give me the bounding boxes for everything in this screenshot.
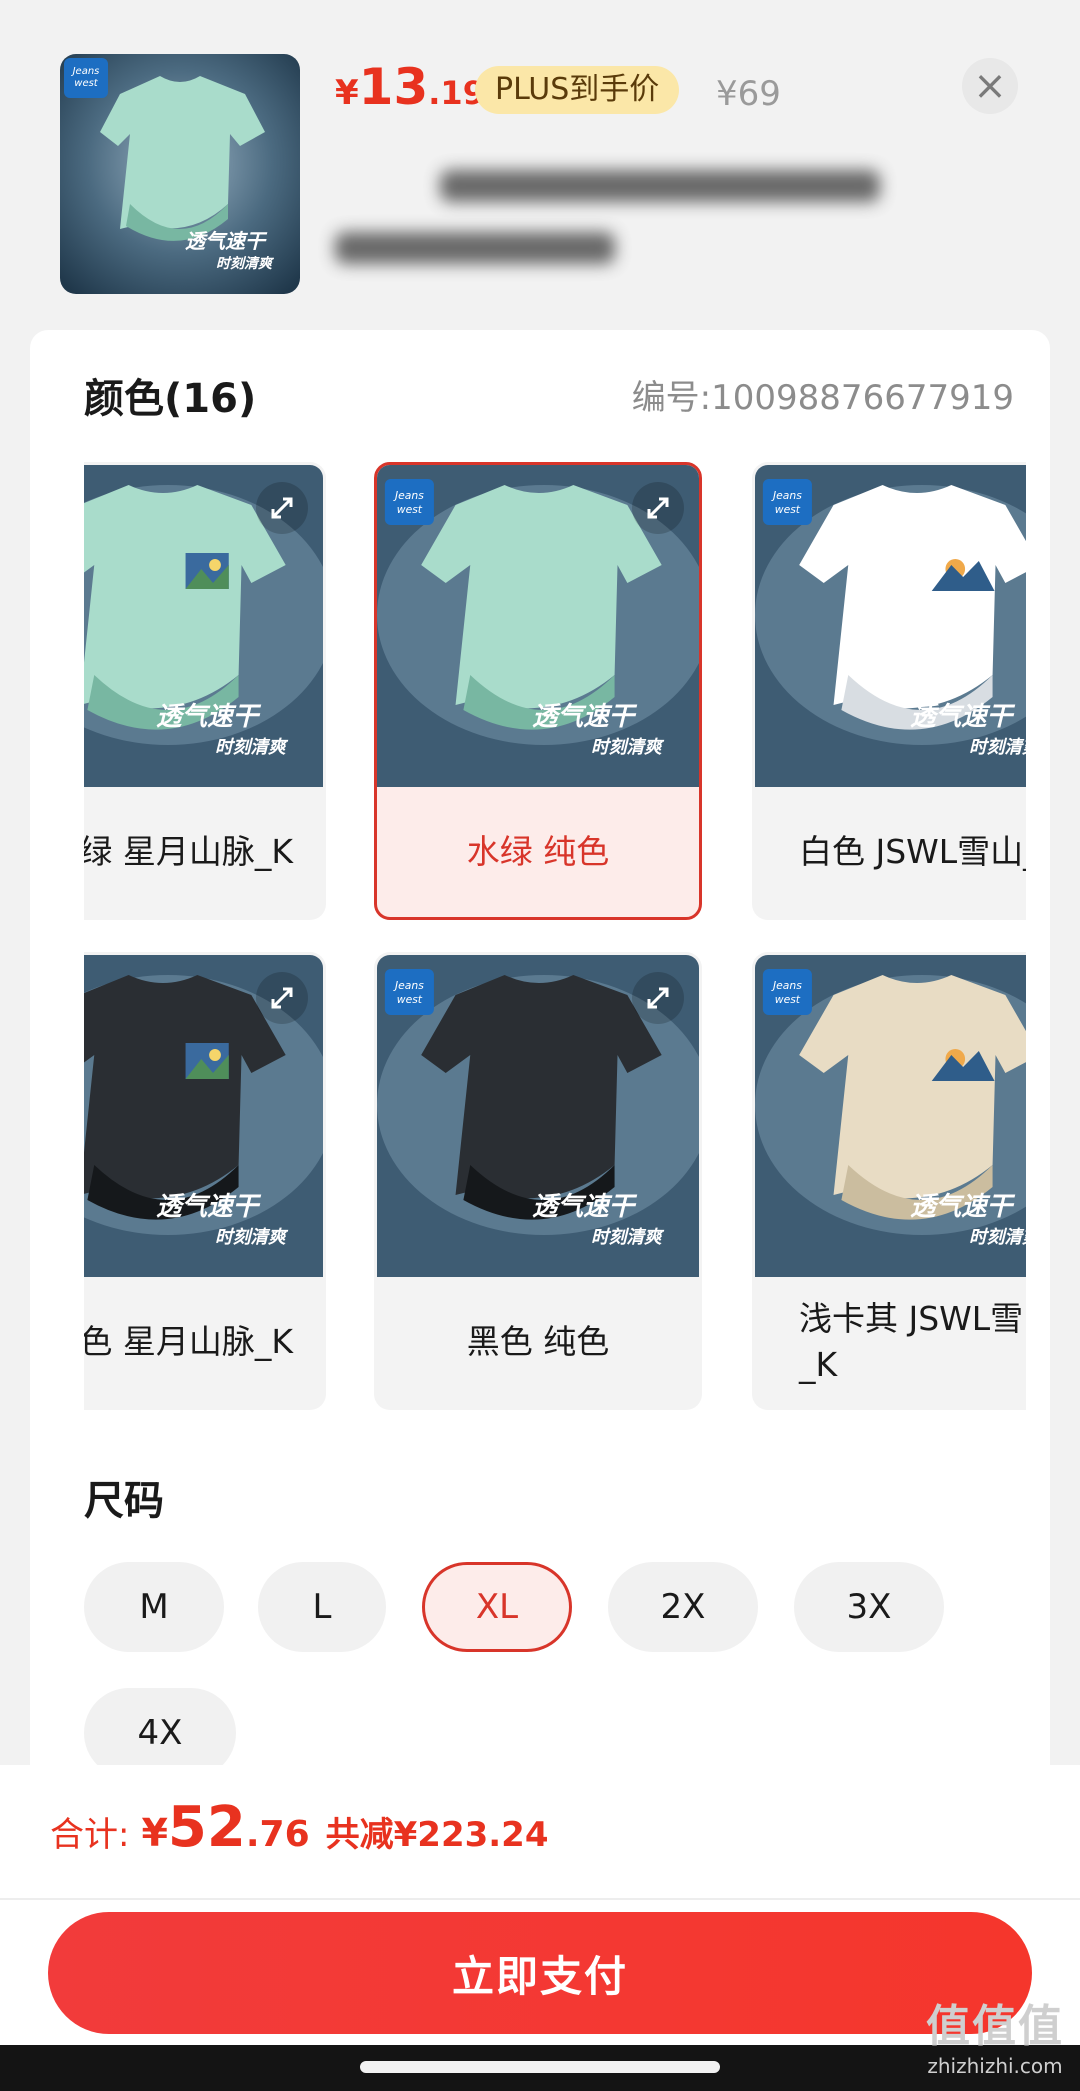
price-symbol: ¥ [335,73,359,113]
watermark-logo: 值值值 [926,2001,1064,2052]
brand-logo-text-2: west [397,993,423,1006]
expand-icon[interactable] [631,481,685,535]
color-section-title: 颜色(16) [84,376,257,422]
order-total: 合计: ¥ 52 .76 共减¥223.24 [50,1795,549,1860]
expand-icon[interactable] [255,481,309,535]
brand-logo-text-1: Jeans [771,979,802,992]
slogan-main: 透气速干 [910,702,1015,732]
brand-logo-text-2: west [397,503,423,516]
color-swatch[interactable]: 透气速干 时刻清爽 水绿 星月山脉_K [84,462,326,920]
size-option-4x[interactable]: 4X [84,1688,236,1765]
color-swatch[interactable]: 透气速干 时刻清爽 黑色 星月山脉_K [84,952,326,1410]
size-option-2x[interactable]: 2X [608,1562,758,1652]
color-swatch-label: 黑色 纯色 [466,1322,610,1361]
slogan-sub: 时刻清爽 [969,1227,1026,1248]
size-option-xl[interactable]: XL [422,1562,572,1652]
total-label: 合计: [50,1815,130,1855]
brand-logo-text-2: west [775,993,801,1006]
color-swatch-grid[interactable]: 透气速干 时刻清爽 水绿 星月山脉_K Jeans [84,462,1026,1422]
color-swatch-image: Jeans west 透气速干 时刻清爽 [377,465,699,787]
expand-icon[interactable] [255,971,309,1025]
plus-price-badge: PLUS到手价 [475,66,680,114]
color-swatch-label: 水绿 纯色 [466,832,610,871]
slogan-main: 透气速干 [185,229,268,253]
brand-logo-text-1: Jeans [393,489,424,502]
color-swatch[interactable]: Jeans west 透气速干 时刻清爽 浅卡其 JSWL雪山_K [752,952,1026,1410]
size-section-title: 尺码 [84,1478,164,1524]
color-swatch-image: 透气速干 时刻清爽 [84,465,323,787]
total-integer: 52 [167,1795,246,1860]
close-button[interactable]: × [962,58,1018,114]
redacted-spec-text [440,170,880,202]
total-decimal: .76 [245,1814,310,1855]
slogan-sub: 时刻清爽 [591,1227,665,1248]
close-icon: × [973,63,1007,109]
slogan-sub: 时刻清爽 [215,737,289,758]
color-swatch-label: 浅卡其 JSWL雪山_K [799,1299,1026,1384]
slogan-main: 透气速干 [532,1192,637,1222]
color-swatch[interactable]: Jeans west 透气速干 时刻清爽 黑色 纯色 [374,952,702,1410]
slogan-main: 透气速干 [532,702,637,732]
watermark-url: zhizhizhi.com [927,2054,1063,2078]
color-swatch-label: 白色 JSWL雪山_K [799,832,1026,871]
color-swatch-image: Jeans west 透气速干 时刻清爽 [755,955,1026,1277]
slogan-main: 透气速干 [156,702,261,732]
brand-logo-text-1: Jeans [71,66,100,77]
original-price: ¥69 [716,74,781,114]
product-thumbnail[interactable]: Jeans west 透气速干 时刻清爽 [60,54,300,294]
color-swatch-label: 水绿 星月山脉_K [84,832,293,871]
color-swatch[interactable]: Jeans west 透气速干 时刻清爽 白色 JSWL雪山_K [752,462,1026,920]
product-serial-number: 编号:10098876677919 [631,378,1014,418]
product-header: Jeans west 透气速干 时刻清爽 ¥ 13 .19 PLUS到手价 ¥6… [0,0,1080,330]
size-option-m[interactable]: M [84,1562,224,1652]
slogan-main: 透气速干 [910,1192,1015,1222]
brand-logo-text-1: Jeans [771,489,802,502]
color-swatch-image: 透气速干 时刻清爽 [84,955,323,1277]
slogan-sub: 时刻清爽 [215,1227,289,1248]
redacted-spec-text [335,232,615,264]
slogan-sub: 时刻清爽 [216,255,275,272]
color-swatch-image: Jeans west 透气速干 时刻清爽 [377,955,699,1277]
total-currency: ¥ [141,1811,168,1855]
brand-logo-text-1: Jeans [393,979,424,992]
plus-price: ¥ 13 .19 [335,58,485,128]
site-watermark: 值值值 zhizhizhi.com [920,1990,1070,2078]
pay-now-button[interactable]: 立即支付 [48,1912,1032,2034]
price-integer: 13 [358,58,429,116]
size-option-l[interactable]: L [258,1562,386,1652]
home-indicator[interactable] [360,2061,720,2073]
color-swatch-label: 黑色 星月山脉_K [84,1322,293,1361]
expand-icon[interactable] [631,971,685,1025]
slogan-sub: 时刻清爽 [969,737,1026,758]
footer-divider [0,1898,1080,1900]
total-discount: 共减¥223.24 [325,1815,549,1855]
color-swatch-image: Jeans west 透气速干 时刻清爽 [755,465,1026,787]
checkout-footer: 合计: ¥ 52 .76 共减¥223.24 立即支付 [0,1765,1080,2091]
brand-logo-text-2: west [74,78,99,89]
slogan-sub: 时刻清爽 [591,737,665,758]
brand-logo-text-2: west [775,503,801,516]
slogan-main: 透气速干 [156,1192,261,1222]
color-swatch-selected[interactable]: Jeans west 透气速干 时刻清爽 水绿 纯色 [374,462,702,920]
size-option-3x[interactable]: 3X [794,1562,944,1652]
sku-selection-panel: 颜色(16) 编号:10098876677919 透气速干 时刻清爽 星月山脉_… [30,330,1050,1765]
